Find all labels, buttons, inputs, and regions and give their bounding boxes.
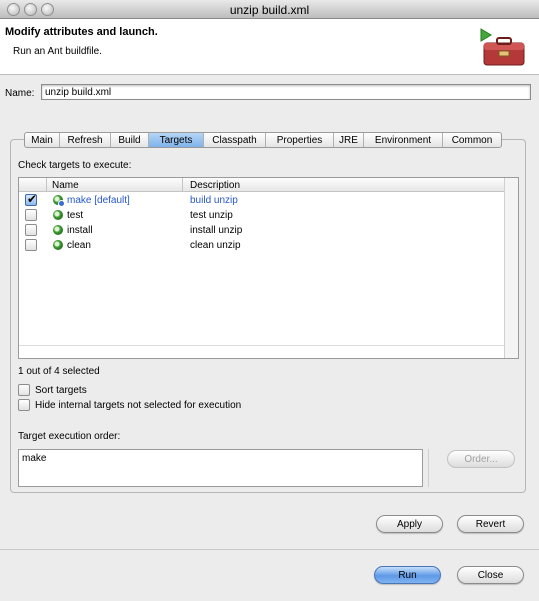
tab-jre[interactable]: JRE [334,133,364,147]
column-divider [46,178,47,192]
default-target-icon [53,195,65,207]
target-description: install unzip [190,225,243,236]
target-description: build unzip [190,195,238,206]
order-button[interactable]: Order... [447,450,515,468]
header-description: Run an Ant buildfile. [13,46,102,57]
hide-internal-checkbox[interactable] [18,399,30,411]
target-checkbox-clean[interactable] [25,239,37,251]
table-row[interactable]: make [default] build unzip [19,192,505,208]
execution-order-label: Target execution order: [18,431,121,442]
table-header: Name Description [19,178,505,192]
tab-build[interactable]: Build [111,133,149,147]
target-name: test [67,210,84,221]
dialog-header: Modify attributes and launch. Run an Ant… [0,19,539,75]
target-icon [53,210,63,220]
target-description: clean unzip [190,240,241,251]
vertical-scrollbar[interactable] [504,178,518,358]
hide-internal-label: Hide internal targets not selected for e… [35,400,242,411]
execution-order-scrollbar [428,449,434,487]
target-checkbox-test[interactable] [25,209,37,221]
title-bar: unzip build.xml [0,0,539,19]
close-button[interactable]: Close [457,566,524,584]
column-divider [182,178,183,192]
sort-targets-label: Sort targets [35,385,87,396]
run-button[interactable]: Run [374,566,441,584]
selected-count: 1 out of 4 selected [18,366,100,377]
check-targets-label: Check targets to execute: [18,160,132,171]
apply-button[interactable]: Apply [376,515,443,533]
window-title: unzip build.xml [229,3,310,17]
column-description-header[interactable]: Description [190,180,240,191]
table-row[interactable]: clean clean unzip [19,238,505,253]
sort-targets-checkbox[interactable] [18,384,30,396]
target-icon [53,240,63,250]
tab-main[interactable]: Main [25,133,60,147]
divider [0,549,539,550]
tab-properties[interactable]: Properties [266,133,334,147]
target-checkbox-install[interactable] [25,224,37,236]
table-row[interactable]: test test unzip [19,208,505,223]
table-row[interactable]: install install unzip [19,223,505,238]
target-description: test unzip [190,210,233,221]
tab-refresh[interactable]: Refresh [60,133,111,147]
header-title: Modify attributes and launch. [5,26,158,38]
horizontal-scrollbar[interactable] [19,345,505,346]
column-name-header[interactable]: Name [52,180,79,191]
target-checkbox-make[interactable] [25,192,37,206]
tab-targets[interactable]: Targets [149,133,204,147]
tab-bar: Main Refresh Build Targets Classpath Pro… [24,132,502,148]
target-name: make [default] [67,195,130,206]
tab-common[interactable]: Common [443,133,501,147]
revert-button[interactable]: Revert [457,515,524,533]
tab-environment[interactable]: Environment [364,133,443,147]
tab-classpath[interactable]: Classpath [204,133,266,147]
name-input[interactable] [41,84,531,100]
toolbox-run-icon [480,28,525,66]
target-name: clean [67,240,91,251]
name-label: Name: [5,88,35,99]
target-icon [53,225,63,235]
execution-order-field[interactable]: make [18,449,423,487]
targets-table: Name Description make [default] build un… [18,177,519,359]
target-name: install [67,225,93,236]
